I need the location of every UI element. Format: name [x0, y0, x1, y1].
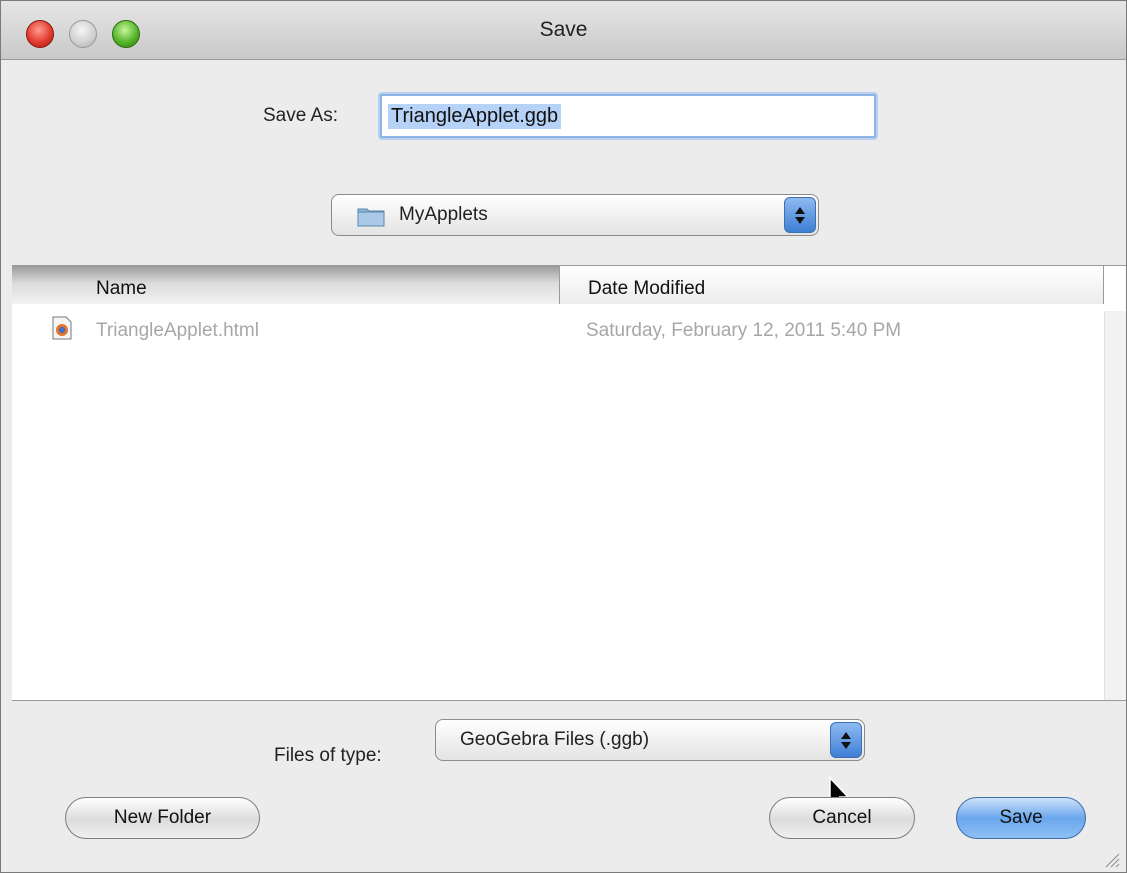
save-dialog: Save Save As: TriangleApplet.ggb MyApple…: [0, 0, 1127, 873]
column-header: Name Date Modified: [12, 266, 1104, 304]
column-header-name[interactable]: Name: [12, 266, 560, 304]
html-file-icon: [52, 316, 72, 340]
files-of-type-popup[interactable]: GeoGebra Files (.ggb): [435, 719, 865, 761]
resize-grip-icon[interactable]: [1102, 850, 1120, 868]
save-as-label: Save As:: [263, 105, 338, 126]
save-as-value: TriangleApplet.ggb: [388, 104, 562, 129]
column-header-name-label: Name: [96, 278, 147, 299]
file-row[interactable]: TriangleApplet.html Saturday, February 1…: [12, 314, 1104, 348]
file-browser[interactable]: Name Date Modified TriangleApplet.html S…: [12, 265, 1126, 811]
vertical-scrollbar[interactable]: [1104, 311, 1126, 700]
location-stepper-icon[interactable]: [784, 197, 816, 233]
new-folder-button[interactable]: New Folder: [65, 797, 260, 839]
save-button[interactable]: Save: [956, 797, 1086, 839]
column-header-date-label: Date Modified: [588, 278, 706, 299]
file-date-modified: Saturday, February 12, 2011 5:40 PM: [586, 320, 902, 341]
file-name: TriangleApplet.html: [96, 320, 259, 341]
save-as-input[interactable]: TriangleApplet.ggb: [380, 94, 876, 138]
folder-icon: [357, 208, 385, 227]
files-of-type-label: Files of type:: [274, 745, 382, 766]
location-popup[interactable]: MyApplets: [331, 194, 819, 236]
title-bar[interactable]: Save: [1, 1, 1126, 60]
window-title: Save: [539, 18, 588, 41]
files-of-type-value: GeoGebra Files (.ggb): [460, 729, 650, 750]
cancel-button[interactable]: Cancel: [769, 797, 915, 839]
files-of-type-stepper-icon[interactable]: [830, 722, 862, 758]
column-header-date-modified[interactable]: Date Modified: [560, 266, 1104, 304]
location-folder-label: MyApplets: [399, 204, 488, 225]
